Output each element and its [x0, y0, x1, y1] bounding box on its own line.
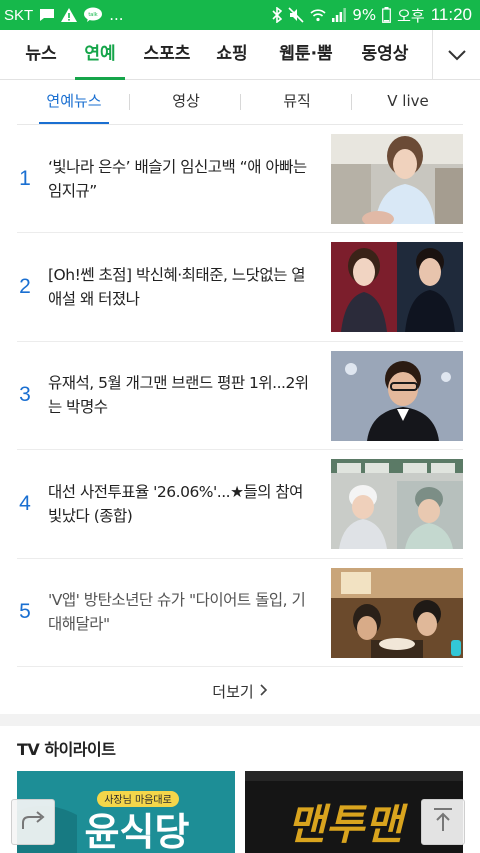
subtab-music[interactable]: 뮤직	[269, 82, 325, 124]
news-thumbnail[interactable]	[331, 134, 463, 224]
battery-icon	[382, 6, 392, 24]
news-item[interactable]: 3 유재석, 5월 개그맨 브랜드 평판 1위...2위는 박명수	[17, 342, 463, 451]
news-item[interactable]: 1 ‘빛나라 은수’ 배슬기 임신고백 “애 아빠는임지규”	[17, 125, 463, 234]
chevron-down-icon	[447, 46, 467, 65]
rank-number: 5	[19, 600, 31, 624]
news-ranking-list: 1 ‘빛나라 은수’ 배슬기 임신고백 “애 아빠는임지규” 2 [Oh!쎈 초…	[17, 125, 463, 667]
mute-icon	[288, 6, 304, 24]
news-thumbnail[interactable]	[331, 567, 463, 658]
card-logo: 맨투맨	[287, 800, 408, 849]
tab-shopping[interactable]: 쇼핑	[210, 30, 254, 80]
am-pm-label: 오후	[397, 6, 425, 25]
rank-number: 4	[19, 491, 31, 515]
status-bar: SKT talk ... 9% 오후 11:20	[0, 0, 480, 30]
news-headline[interactable]: 대선 사전투표율 '26.06%'...★들의 참여빛났다 (종합)	[48, 450, 316, 557]
clock: 11:20	[430, 5, 472, 24]
rank-number: 1	[19, 166, 31, 190]
more-notifications-indicator: ...	[109, 6, 124, 24]
chevron-right-icon	[260, 682, 268, 700]
news-thumbnail[interactable]	[331, 350, 463, 441]
tab-news[interactable]: 뉴스	[17, 30, 65, 80]
message-icon	[39, 6, 55, 24]
headline-line: 애설 왜 터졌나	[48, 290, 140, 309]
rank-number: 3	[19, 383, 31, 407]
headline-line: [Oh!쎈 초점] 박신혜·최태준, 느닷없는 열	[48, 266, 306, 285]
tab-webtoon[interactable]: 웹툰·뿜	[270, 30, 342, 80]
news-item[interactable]: 4 대선 사전투표율 '26.06%'...★들의 참여빛났다 (종합)	[17, 450, 463, 559]
news-headline[interactable]: 유재석, 5월 개그맨 브랜드 평판 1위...2위는 박명수	[48, 342, 316, 449]
news-thumbnail[interactable]	[331, 459, 463, 550]
share-arrow-icon	[19, 809, 47, 835]
bluetooth-icon	[272, 6, 283, 24]
arrow-up-icon	[432, 807, 454, 837]
main-category-tabs: 뉴스 연예 스포츠 쇼핑 웹툰·뿜 동영상	[0, 30, 480, 80]
headline-line: 대선 사전투표율 '26.06%'...★들의 참여	[48, 482, 303, 501]
battery-percent: 9%	[352, 6, 377, 24]
expand-menu-button[interactable]	[432, 30, 480, 80]
headline-line: 유재석, 5월 개그맨 브랜드 평판 1위...2위	[48, 374, 309, 393]
tab-sports[interactable]: 스포츠	[137, 30, 197, 80]
sub-category-tabs: 연예뉴스 영상 뮤직 V live	[17, 82, 463, 124]
scroll-top-button[interactable]	[421, 799, 465, 845]
tab-video[interactable]: 동영상	[354, 30, 416, 80]
share-button[interactable]	[11, 799, 55, 845]
divider	[351, 94, 352, 110]
news-headline[interactable]: [Oh!쎈 초점] 박신혜·최태준, 느닷없는 열애설 왜 터졌나	[48, 233, 316, 340]
subtab-video[interactable]: 영상	[159, 82, 213, 124]
divider	[129, 94, 130, 110]
more-button[interactable]: 더보기	[17, 668, 463, 714]
headline-line: 임지규”	[48, 181, 97, 200]
tab-entertainment[interactable]: 연예	[75, 30, 125, 80]
more-label: 더보기	[212, 682, 254, 701]
news-headline[interactable]: 'V앱' 방탄소년단 슈가 "다이어트 돌입, 기대해달라"	[48, 559, 316, 666]
headline-line: 는 박명수	[48, 398, 108, 417]
carrier-label: SKT	[4, 6, 34, 24]
headline-line: 'V앱' 방탄소년단 슈가 "다이어트 돌입, 기	[48, 591, 306, 610]
warning-icon	[61, 6, 78, 24]
rank-number: 2	[19, 275, 31, 299]
wifi-icon	[310, 6, 326, 24]
card-tagline: 사장님 마음대로	[104, 794, 172, 806]
headline-line: 대해달라"	[48, 615, 110, 634]
news-item[interactable]: 5 'V앱' 방탄소년단 슈가 "다이어트 돌입, 기대해달라"	[17, 559, 463, 667]
subtab-entertainment-news[interactable]: 연예뉴스	[39, 82, 109, 124]
news-item[interactable]: 2 [Oh!쎈 초점] 박신혜·최태준, 느닷없는 열애설 왜 터졌나	[17, 233, 463, 342]
card-logo: 윤식당	[85, 810, 190, 853]
news-thumbnail[interactable]	[331, 242, 463, 333]
talk-icon: talk	[83, 6, 103, 24]
svg-text:talk: talk	[89, 12, 98, 18]
headline-line: ‘빛나라 은수’ 배슬기 임신고백 “애 아빠는	[48, 157, 307, 176]
divider	[240, 94, 241, 110]
section-divider	[0, 714, 480, 726]
subtab-vlive[interactable]: V live	[377, 82, 439, 124]
headline-line: 빛났다 (종합)	[48, 506, 133, 525]
news-headline[interactable]: ‘빛나라 은수’ 배슬기 임신고백 “애 아빠는임지규”	[48, 125, 316, 232]
section-title: TV 하이라이트	[17, 740, 116, 759]
signal-icon	[332, 6, 347, 24]
